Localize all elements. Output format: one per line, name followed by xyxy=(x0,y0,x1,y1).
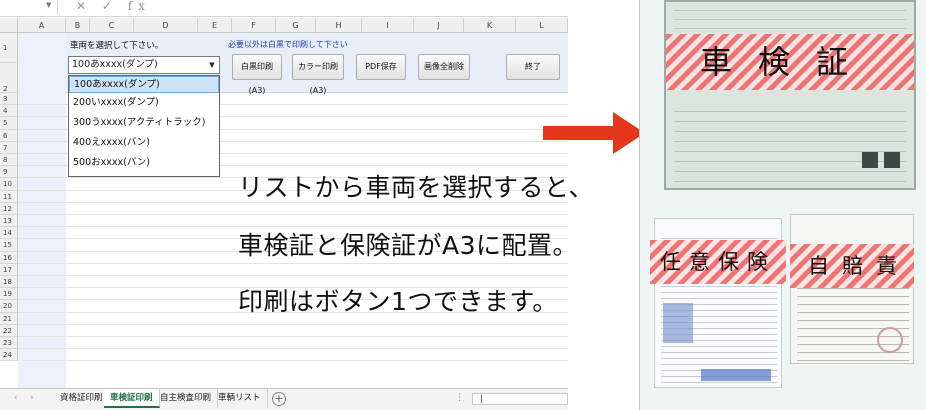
add-sheet-icon[interactable]: + xyxy=(272,392,286,406)
grid-line xyxy=(18,360,568,362)
row-header[interactable]: 22 xyxy=(0,324,18,337)
row-header[interactable]: 20 xyxy=(0,300,18,313)
column-header[interactable]: D xyxy=(134,18,198,33)
scrollbar-thumb[interactable] xyxy=(481,395,482,403)
column-header[interactable]: J xyxy=(414,18,464,33)
jibaiseki-label: 自賠責 xyxy=(790,244,914,288)
combobox-value: 100あxxxx(ダンプ) xyxy=(72,59,158,70)
exit-button[interactable]: 終了 xyxy=(506,54,560,80)
row-header[interactable]: 4 xyxy=(0,105,18,118)
grid-line xyxy=(18,262,568,264)
tab-vehicle-list[interactable]: 車輌リスト xyxy=(212,389,268,408)
horizontal-scrollbar[interactable] xyxy=(472,393,568,405)
row-header[interactable]: 13 xyxy=(0,215,18,228)
tab-scroll-left-icon[interactable]: ‹ xyxy=(14,393,18,403)
caption-line-3: 印刷はボタン1つできます。 xyxy=(238,287,558,316)
row-header[interactable]: 19 xyxy=(0,288,18,301)
row-header[interactable]: 2 xyxy=(0,63,18,93)
sheet-tab-bar: ‹ › 資格証印刷 車検証印刷 自主検査印刷 車輌リスト + ⋮ xyxy=(0,388,568,410)
name-box-dropdown-icon[interactable]: ▼ xyxy=(46,1,51,9)
row-header[interactable]: 17 xyxy=(0,263,18,276)
scrollbar-splitter-icon[interactable]: ⋮ xyxy=(455,393,464,403)
row-header[interactable]: 15 xyxy=(0,239,18,252)
document-graphic xyxy=(701,369,771,381)
excel-window: ▼ ✕ ✓ fx ABCDEFGHIJKL 1 2 3 4 5 6 7 8 9 10 11 12 13 1… xyxy=(0,0,568,410)
row-header[interactable]: 16 xyxy=(0,251,18,264)
column-header[interactable]: H xyxy=(316,18,362,33)
row-header[interactable]: 21 xyxy=(0,312,18,325)
column-header[interactable]: A xyxy=(18,18,66,33)
formula-bar-icons[interactable]: ✕ ✓ fx xyxy=(76,0,151,13)
print-note: 必要以外は白黒で印刷して下さい xyxy=(228,40,348,49)
vehicle-option[interactable]: 500おxxxx(バン) xyxy=(69,153,219,173)
tab-self-inspection-print[interactable]: 自主検査印刷 xyxy=(154,389,219,408)
print-bw-a3-button[interactable]: 白黒印刷(A3) xyxy=(232,54,282,95)
tab-scroll-right-icon[interactable]: › xyxy=(30,393,34,403)
caption-line-2: 車検証と保険証がA3に配置。 xyxy=(238,231,579,260)
row-header[interactable]: 18 xyxy=(0,276,18,289)
column-header[interactable]: F xyxy=(232,18,276,33)
row-header[interactable]: 1 xyxy=(0,33,18,63)
vehicle-option[interactable]: 400えxxxx(バン) xyxy=(69,133,219,153)
row-header[interactable]: 8 xyxy=(0,154,18,167)
grid-line xyxy=(18,214,568,215)
row-header[interactable]: 14 xyxy=(0,227,18,240)
vehicle-option[interactable]: 300うxxxx(アクティトラック) xyxy=(69,113,219,133)
column-header[interactable]: G xyxy=(276,18,316,33)
vehicle-dropdown-list[interactable]: 100あxxxx(ダンプ) 200いxxxx(ダンプ) 300うxxxx(アクテ… xyxy=(68,75,220,177)
clear-images-button[interactable]: 画像全削除 xyxy=(418,54,470,80)
jibaiseki-document-image xyxy=(790,214,914,364)
formula-bar: ▼ ✕ ✓ fx xyxy=(0,0,568,17)
select-all-corner[interactable] xyxy=(0,18,18,33)
seal-stamp-icon xyxy=(877,327,903,353)
grid-line xyxy=(18,348,568,350)
tab-qualification-print[interactable]: 資格証印刷 xyxy=(54,389,110,408)
column-a-fill xyxy=(18,33,66,388)
row-header[interactable]: 24 xyxy=(0,349,18,362)
print-color-a3-button[interactable]: カラー印刷(A3) xyxy=(292,54,344,95)
grid-line xyxy=(18,336,568,337)
shakensho-document-image xyxy=(664,0,916,190)
column-header[interactable]: K xyxy=(464,18,516,33)
column-header[interactable]: E xyxy=(198,18,232,33)
row-header[interactable]: 10 xyxy=(0,178,18,191)
row-header[interactable]: 7 xyxy=(0,141,18,154)
save-pdf-button[interactable]: PDF保存 xyxy=(356,54,406,80)
row-header[interactable]: 12 xyxy=(0,202,18,215)
row-header[interactable]: 11 xyxy=(0,190,18,203)
row-header[interactable]: 23 xyxy=(0,337,18,350)
row-header[interactable]: 9 xyxy=(0,166,18,179)
column-header[interactable]: B xyxy=(66,18,90,33)
shakensho-label: 車検証 xyxy=(666,34,914,90)
grid-line xyxy=(18,323,568,325)
nini-hoken-label: 任意保険 xyxy=(650,240,786,284)
caption-line-1: リストから車両を選択すると、 xyxy=(238,173,595,202)
chevron-down-icon[interactable]: ▼ xyxy=(205,57,219,73)
row-header[interactable]: 5 xyxy=(0,117,18,130)
qr-code-icon xyxy=(884,152,900,168)
column-header[interactable]: L xyxy=(516,18,568,33)
row-header[interactable]: 6 xyxy=(0,129,18,142)
grid-line xyxy=(18,275,568,276)
document-graphic xyxy=(663,303,693,343)
document-lines xyxy=(674,102,906,182)
column-header[interactable]: C xyxy=(90,18,134,33)
vehicle-option[interactable]: 200いxxxx(ダンプ) xyxy=(69,93,219,113)
qr-code-icon xyxy=(862,152,878,168)
instruction-text: 車両を選択して下さい。 xyxy=(70,41,164,51)
column-header[interactable]: I xyxy=(362,18,414,33)
row-header[interactable]: 3 xyxy=(0,93,18,106)
tab-shakensho-print[interactable]: 車検証印刷 xyxy=(104,389,160,408)
vehicle-combobox[interactable]: 100あxxxx(ダンプ) ▼ xyxy=(68,56,220,74)
vehicle-option[interactable]: 100あxxxx(ダンプ) xyxy=(69,76,219,93)
red-arrow-shaft xyxy=(543,126,617,140)
